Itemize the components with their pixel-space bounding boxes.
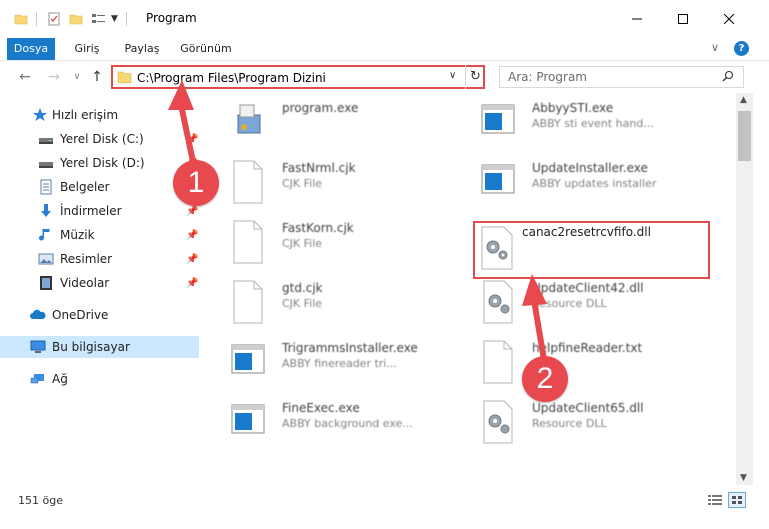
arrow-2-head <box>522 274 547 306</box>
annotation-arrows <box>168 80 549 375</box>
step-badge-2: 2 <box>522 356 568 402</box>
arrow-1-head <box>168 80 194 110</box>
explorer-window: ▼ Program Dosya Giriş Paylaş Görünüm ∨ ?… <box>0 0 769 529</box>
step-badge-1: 1 <box>173 160 219 206</box>
